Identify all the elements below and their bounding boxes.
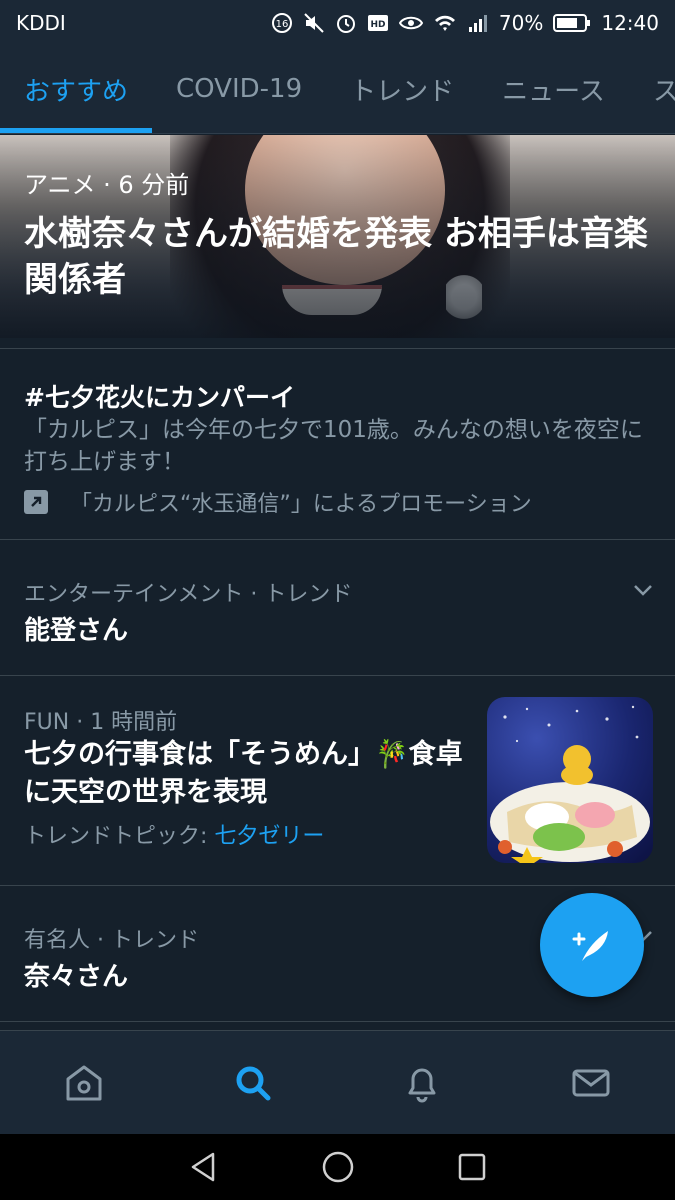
- clock: 12:40: [601, 11, 659, 35]
- hero-story[interactable]: アニメ · 6 分前 水樹奈々さんが結婚を発表 お相手は音楽関係者: [0, 135, 675, 338]
- hero-headline: 水樹奈々さんが結婚を発表 お相手は音楽関係者: [24, 214, 648, 300]
- home-icon: [66, 1065, 102, 1100]
- promoted-icon: [24, 490, 48, 514]
- alarm-icon: [335, 12, 357, 34]
- promoted-description: 「カルピス」は今年の七夕で101歳。みんなの想いを夜空に打ち上げます！: [24, 417, 643, 475]
- mute-icon: [303, 12, 325, 34]
- trend-item-entertainment[interactable]: エンターテインメント · トレンド 能登さん: [0, 540, 675, 676]
- promoted-by: 「カルピス“水玉通信”」によるプロモーション: [24, 486, 532, 518]
- svg-text:16: 16: [276, 19, 289, 30]
- trend-category: 有名人 · トレンド: [24, 928, 199, 953]
- hd-icon: HD: [367, 12, 389, 34]
- battery-percent: 70%: [498, 11, 544, 35]
- svg-text:HD: HD: [370, 20, 385, 30]
- tab-trends[interactable]: トレンド: [326, 46, 478, 133]
- bottom-nav: [0, 1030, 675, 1134]
- search-icon: [236, 1066, 271, 1100]
- explore-tabs: おすすめ COVID-19 トレンド ニュース ス: [0, 46, 675, 134]
- trend-category: エンターテインメント · トレンド: [24, 582, 353, 607]
- status-icons: 16 HD 70% 12:40: [271, 11, 659, 35]
- chevron-down-icon[interactable]: [631, 578, 655, 602]
- eye-icon: [398, 12, 423, 34]
- nav-messages[interactable]: [551, 1043, 631, 1123]
- tab-covid19[interactable]: COVID-19: [152, 46, 326, 133]
- system-nav-bar: [0, 1134, 675, 1200]
- news-title: 七夕の行事食は「そうめん」🎋食卓に天空の世界を表現: [24, 739, 463, 808]
- trend-name: 能登さん: [24, 616, 129, 646]
- wifi-icon: [433, 12, 457, 34]
- compose-tweet-button[interactable]: [540, 893, 644, 997]
- mail-icon: [572, 1069, 610, 1096]
- promoted-trend[interactable]: #七夕花火にカンパーイ 「カルピス」は今年の七夕で101歳。みんなの想いを夜空に…: [0, 350, 675, 540]
- bell-icon: [408, 1068, 436, 1102]
- battery-icon: [553, 12, 591, 34]
- compose-tweet-icon: [572, 931, 608, 961]
- tab-news[interactable]: ニュース: [478, 46, 629, 133]
- back-icon[interactable]: [187, 1150, 221, 1184]
- news-item-fun[interactable]: FUN · 1 時間前 七夕の行事食は「そうめん」🎋食卓に天空の世界を表現 トレ…: [0, 676, 675, 886]
- trend-topic-prefix: トレンドトピック:: [24, 824, 215, 849]
- divider: [0, 348, 675, 349]
- nav-notifications[interactable]: [382, 1043, 462, 1123]
- trend-topic: トレンドトピック: 七夕ゼリー: [24, 818, 324, 850]
- data-saver-icon: 16: [271, 12, 293, 34]
- tab-recommended[interactable]: おすすめ: [0, 46, 153, 133]
- signal-icon: [467, 12, 489, 34]
- home-circle-icon[interactable]: [321, 1150, 355, 1184]
- recents-icon[interactable]: [455, 1150, 489, 1184]
- news-thumbnail: [487, 697, 653, 863]
- trend-topic-link[interactable]: 七夕ゼリー: [214, 824, 324, 849]
- hero-meta: アニメ · 6 分前: [24, 171, 190, 199]
- nav-search[interactable]: [213, 1043, 293, 1123]
- trend-name: 奈々さん: [24, 962, 129, 992]
- carrier-label: KDDI: [16, 11, 66, 35]
- promoted-by-label: 「カルピス“水玉通信”」によるプロモーション: [70, 492, 532, 517]
- status-bar: KDDI 16 HD 70% 12:40: [0, 0, 675, 46]
- promoted-hashtag: #七夕花火にカンパーイ: [24, 383, 295, 412]
- news-category: FUN · 1 時間前: [24, 710, 178, 735]
- nav-home[interactable]: [44, 1043, 124, 1123]
- tab-sports-partial[interactable]: ス: [629, 46, 675, 133]
